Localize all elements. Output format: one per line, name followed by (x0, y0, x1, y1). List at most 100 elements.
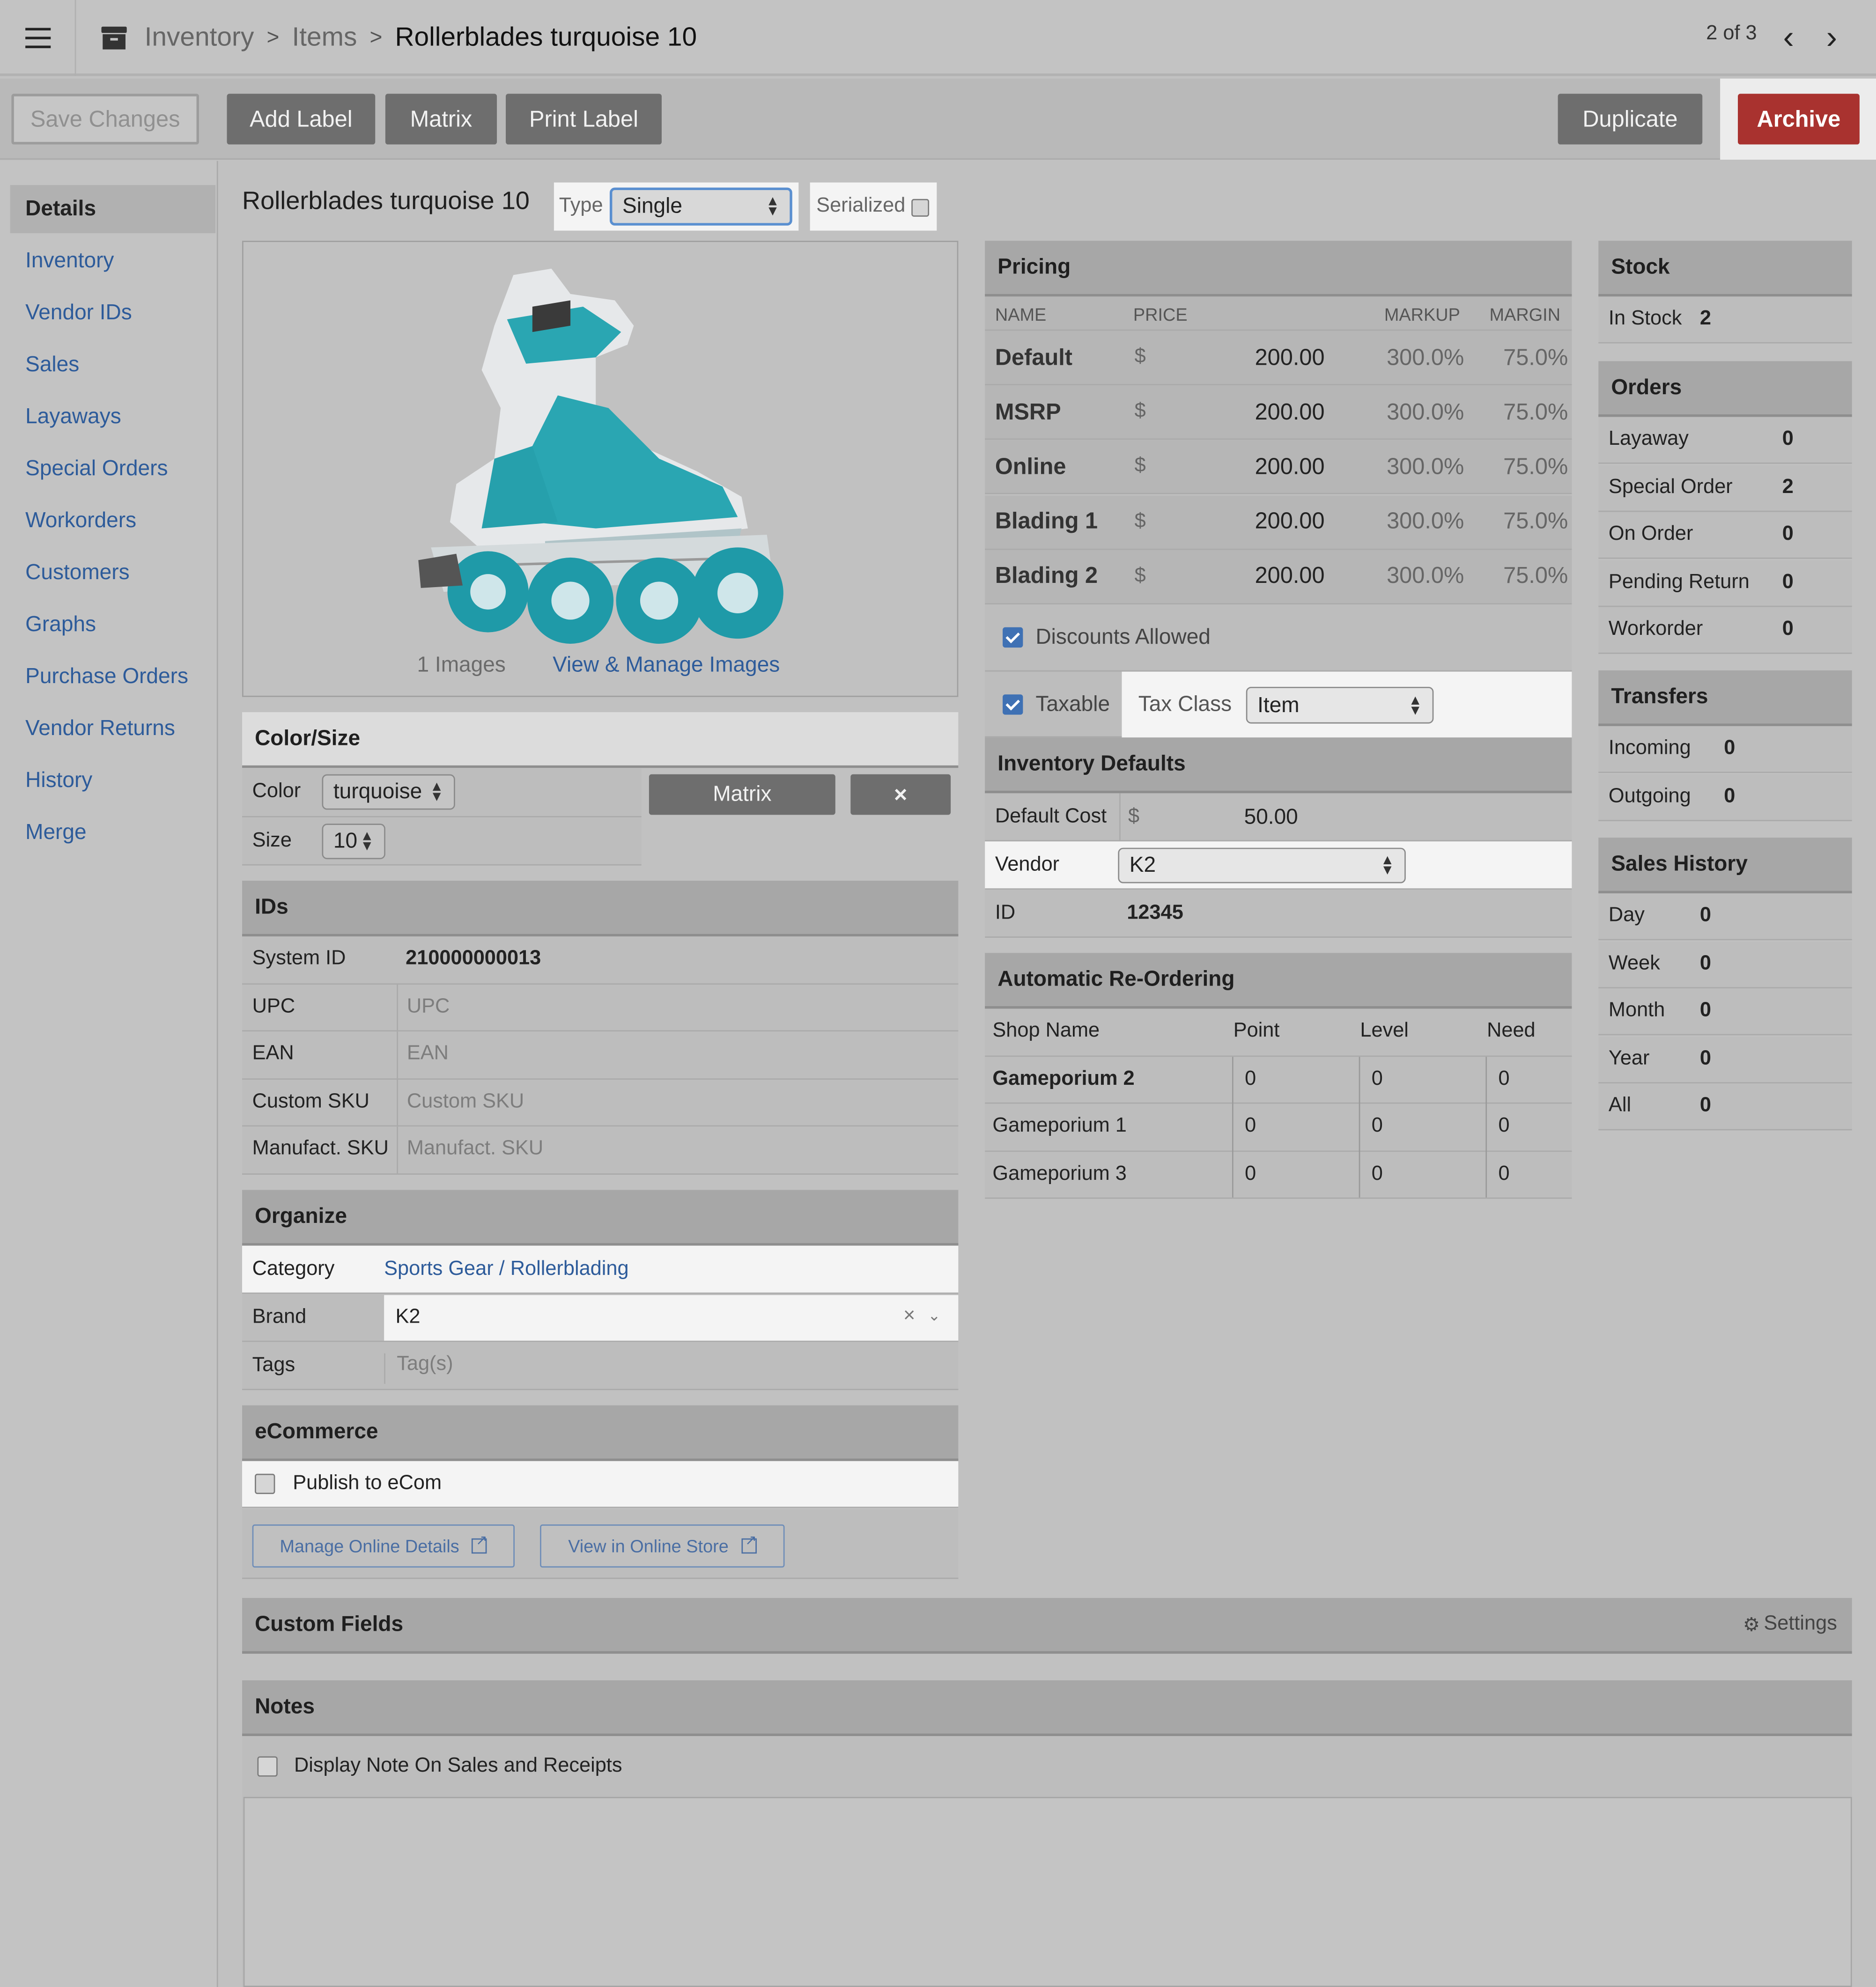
reorder-row: Gameporium 2000 (985, 1056, 1572, 1104)
custom-fields-settings-button[interactable]: ⚙ Settings (1743, 1613, 1837, 1636)
reorder-need-input[interactable]: 0 (1485, 1056, 1569, 1104)
type-select[interactable]: Single ▲ ▼ (609, 187, 792, 226)
taxable-checkbox[interactable] (1003, 693, 1023, 714)
display-note-checkbox[interactable] (257, 1756, 278, 1777)
price-currency: $ (1134, 455, 1146, 477)
reorder-need-input[interactable]: 0 (1485, 1151, 1569, 1198)
price-markup[interactable]: 300.0% (1325, 508, 1464, 535)
reorder-level-input[interactable]: 0 (1359, 1151, 1486, 1198)
size-select[interactable]: 10 ▲ ▼ (322, 824, 385, 860)
breadcrumb-inventory[interactable]: Inventory (145, 23, 254, 53)
sidebar-item-layaways[interactable]: Layaways (10, 393, 216, 441)
color-size-matrix-button[interactable]: Matrix (649, 774, 835, 815)
duplicate-button[interactable]: Duplicate (1558, 94, 1703, 145)
vendor-select[interactable]: K2 ▲ ▼ (1118, 847, 1406, 883)
sidebar-item-customers[interactable]: Customers (10, 549, 216, 597)
sidebar-item-vendor-returns[interactable]: Vendor Returns (10, 705, 216, 753)
vendor-id-value: 12345 (1127, 901, 1183, 923)
save-changes-button[interactable]: Save Changes (11, 94, 199, 145)
reorder-point-input[interactable]: 0 (1232, 1056, 1359, 1104)
sidebar-item-purchase-orders[interactable]: Purchase Orders (10, 653, 216, 701)
sidebar-item-inventory[interactable]: Inventory (10, 237, 216, 285)
default-cost-input[interactable]: 50.00 (1204, 804, 1298, 829)
remove-close-icon[interactable]: × (850, 774, 951, 815)
sidebar-item-graphs[interactable]: Graphs (10, 601, 216, 649)
sidebar-item-vendor-ids[interactable]: Vendor IDs (10, 289, 216, 337)
price-margin[interactable]: 75.0% (1464, 508, 1568, 535)
rollerblade-product-image[interactable] (406, 268, 798, 649)
sidebar-item-label: Inventory (25, 248, 114, 272)
price-markup[interactable]: 300.0% (1325, 344, 1464, 371)
serialized-label: Serialized (816, 195, 906, 217)
price-markup[interactable]: 300.0% (1325, 399, 1464, 426)
prev-item-chevron-icon[interactable]: ‹ (1770, 17, 1808, 56)
add-label-button[interactable]: Add Label (227, 94, 376, 145)
clear-x-icon[interactable]: × (903, 1305, 915, 1328)
breadcrumb-items[interactable]: Items (292, 23, 357, 53)
brand-select[interactable]: K2 × ⌄ (384, 1295, 959, 1341)
sidebar-item-history[interactable]: History (10, 757, 216, 805)
notes-textarea[interactable] (243, 1796, 1852, 1987)
reorder-col-need: Need (1487, 1020, 1536, 1042)
reorder-point-input[interactable]: 0 (1232, 1151, 1359, 1198)
id-row-input[interactable]: UPC (397, 983, 958, 1031)
currency-symbol: $ (1119, 792, 1204, 841)
tax-class-select[interactable]: Item ▲ ▼ (1246, 686, 1434, 724)
color-label: Color (252, 780, 301, 802)
reorder-level-input[interactable]: 0 (1359, 1104, 1486, 1151)
reorder-level-input[interactable]: 0 (1359, 1056, 1486, 1104)
price-currency: $ (1134, 510, 1146, 532)
reorder-point-input[interactable]: 0 (1232, 1104, 1359, 1151)
price-margin[interactable]: 75.0% (1464, 344, 1568, 371)
discounts-checkbox[interactable] (1003, 627, 1023, 648)
publish-checkbox[interactable] (255, 1473, 275, 1494)
manage-online-details-button[interactable]: Manage Online Details (252, 1524, 515, 1568)
price-margin[interactable]: 75.0% (1464, 399, 1568, 426)
id-row-input[interactable]: Custom SKU (397, 1078, 958, 1126)
taxable-label: Taxable (1035, 691, 1110, 715)
pricing-col-name: NAME (995, 304, 1047, 324)
sidebar-item-merge[interactable]: Merge (10, 809, 216, 857)
view-online-store-button[interactable]: View in Online Store (540, 1524, 785, 1568)
pricing-col-markup: MARKUP (1384, 304, 1460, 324)
custom-fields-header: Custom Fields (242, 1598, 1852, 1654)
color-select[interactable]: turquoise ▲ ▼ (322, 774, 455, 810)
id-row-input[interactable]: EAN (397, 1031, 958, 1078)
price-input[interactable]: 200.00 (1223, 344, 1325, 371)
price-input[interactable]: 200.00 (1223, 563, 1325, 590)
transfers-label: Outgoing (1608, 785, 1691, 807)
chevron-down-icon[interactable]: ⌄ (928, 1307, 940, 1325)
sidebar-item-label: Special Orders (25, 456, 168, 480)
orders-row: On Order 0 (1598, 512, 1852, 559)
tax-class-value: Item (1257, 692, 1300, 717)
sidebar-item-label: Graphs (25, 612, 96, 636)
price-input[interactable]: 200.00 (1223, 399, 1325, 426)
view-manage-images-link[interactable]: View & Manage Images (553, 653, 780, 678)
view-online-store-label: View in Online Store (568, 1536, 729, 1556)
archive-button[interactable]: Archive (1738, 94, 1860, 145)
matrix-button[interactable]: Matrix (385, 94, 497, 145)
default-cost-row: Default Cost $ 50.00 (985, 792, 1572, 842)
tags-input[interactable]: Tag(s) (384, 1353, 954, 1384)
id-row-input[interactable]: Manufact. SKU (397, 1126, 958, 1173)
serialized-checkbox[interactable] (911, 199, 930, 217)
menu-button[interactable] (0, 0, 76, 76)
sidebar-item-workorders[interactable]: Workorders (10, 497, 216, 545)
price-margin[interactable]: 75.0% (1464, 563, 1568, 590)
orders-header: Orders (1598, 361, 1852, 417)
id-row-label: UPC (252, 995, 295, 1017)
reorder-need-input[interactable]: 0 (1485, 1104, 1569, 1151)
pricing-table-header: NAME PRICE MARKUP MARGIN (985, 296, 1572, 331)
sidebar-item-special-orders[interactable]: Special Orders (10, 445, 216, 493)
image-count: 1 Images (417, 652, 506, 677)
sidebar-item-sales[interactable]: Sales (10, 341, 216, 389)
category-link[interactable]: Sports Gear / Rollerblading (384, 1258, 628, 1281)
price-input[interactable]: 200.00 (1223, 454, 1325, 480)
price-markup[interactable]: 300.0% (1325, 563, 1464, 590)
price-markup[interactable]: 300.0% (1325, 454, 1464, 480)
print-label-button[interactable]: Print Label (506, 94, 662, 145)
price-input[interactable]: 200.00 (1223, 508, 1325, 535)
next-item-chevron-icon[interactable]: › (1813, 17, 1851, 56)
price-margin[interactable]: 75.0% (1464, 454, 1568, 480)
sidebar-item-details[interactable]: Details (10, 185, 216, 234)
